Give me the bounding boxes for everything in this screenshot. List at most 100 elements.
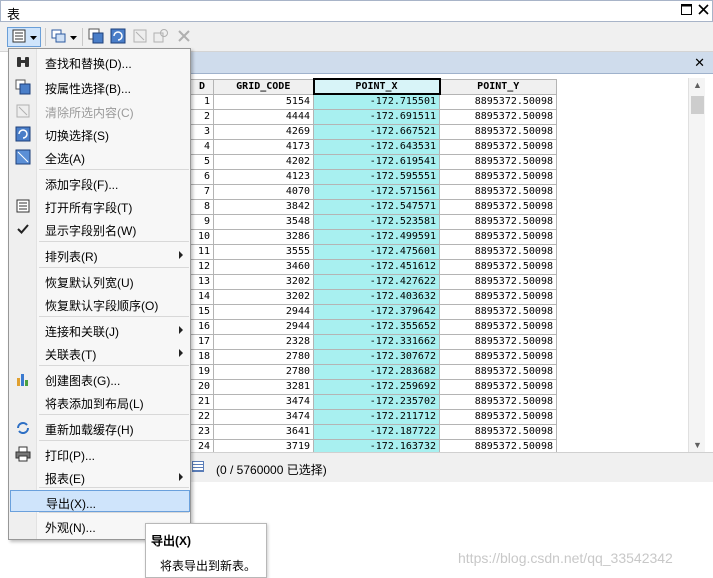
cell-grid-code[interactable]: 3474 (213, 393, 314, 410)
table-row[interactable]: 13 3202 -172.427622 8895372.50098 (190, 273, 557, 290)
table-row[interactable]: 11 3555 -172.475601 8895372.50098 (190, 243, 557, 260)
close-icon[interactable] (697, 4, 710, 17)
cell-point-y[interactable]: 8895372.50098 (439, 288, 557, 305)
menu-item-1[interactable]: 按属性选择(B)... (10, 76, 190, 98)
table-row[interactable]: 20 3281 -172.259692 8895372.50098 (190, 378, 557, 395)
menu-item-7[interactable]: 显示字段别名(W) (10, 218, 190, 240)
table-row[interactable]: 17 2328 -172.331662 8895372.50098 (190, 333, 557, 350)
cell-point-x[interactable]: -172.595551 (313, 168, 440, 185)
menu-item-11[interactable]: 连接和关联(J) (10, 319, 190, 341)
cell-grid-code[interactable]: 3202 (213, 273, 314, 290)
table-row[interactable]: 19 2780 -172.283682 8895372.50098 (190, 363, 557, 380)
table-options-button[interactable] (7, 27, 41, 47)
cell-fid[interactable]: 15 (190, 303, 214, 320)
column-header-grid-code[interactable]: GRID_CODE (213, 78, 314, 95)
cell-point-y[interactable]: 8895372.50098 (439, 333, 557, 350)
cell-point-x[interactable]: -172.475601 (313, 243, 440, 260)
cell-fid[interactable]: 10 (190, 228, 214, 245)
scrollbar-thumb[interactable] (691, 96, 704, 114)
cell-grid-code[interactable]: 2780 (213, 348, 314, 365)
cell-point-y[interactable]: 8895372.50098 (439, 243, 557, 260)
cell-grid-code[interactable]: 3460 (213, 258, 314, 275)
table-row[interactable]: 1 5154 -172.715501 8895372.50098 (190, 93, 557, 110)
cell-grid-code[interactable]: 5154 (213, 93, 314, 110)
cell-fid[interactable]: 17 (190, 333, 214, 350)
cell-point-y[interactable]: 8895372.50098 (439, 108, 557, 125)
cell-fid[interactable]: 21 (190, 393, 214, 410)
cell-point-y[interactable]: 8895372.50098 (439, 153, 557, 170)
cell-point-y[interactable]: 8895372.50098 (439, 378, 557, 395)
table-row[interactable]: 2 4444 -172.691511 8895372.50098 (190, 108, 557, 125)
cell-fid[interactable]: 5 (190, 153, 214, 170)
cell-point-y[interactable]: 8895372.50098 (439, 303, 557, 320)
table-row[interactable]: 15 2944 -172.379642 8895372.50098 (190, 303, 557, 320)
cell-grid-code[interactable]: 3474 (213, 408, 314, 425)
cell-fid[interactable]: 6 (190, 168, 214, 185)
menu-item-0[interactable]: 查找和替换(D)... (10, 51, 190, 73)
table-row[interactable]: 21 3474 -172.235702 8895372.50098 (190, 393, 557, 410)
cell-grid-code[interactable]: 3548 (213, 213, 314, 230)
cell-grid-code[interactable]: 3842 (213, 198, 314, 215)
cell-point-x[interactable]: -172.643531 (313, 138, 440, 155)
cell-fid[interactable]: 20 (190, 378, 214, 395)
menu-item-5[interactable]: 添加字段(F)... (10, 172, 190, 194)
menu-item-2[interactable]: 清除所选内容(C) (10, 100, 190, 122)
switch-selection-button[interactable] (109, 27, 127, 47)
zoom-to-selected-button[interactable] (151, 27, 171, 47)
table-row[interactable]: 16 2944 -172.355652 8895372.50098 (190, 318, 557, 335)
cell-point-x[interactable]: -172.691511 (313, 108, 440, 125)
table-row[interactable]: 23 3641 -172.187722 8895372.50098 (190, 423, 557, 440)
menu-item-12[interactable]: 关联表(T) (10, 342, 190, 364)
cell-point-x[interactable]: -172.235702 (313, 393, 440, 410)
cell-fid[interactable]: 1 (190, 93, 214, 110)
table-row[interactable]: 14 3202 -172.403632 8895372.50098 (190, 288, 557, 305)
menu-item-4[interactable]: 全选(A) (10, 146, 190, 168)
cell-fid[interactable]: 3 (190, 123, 214, 140)
cell-fid[interactable]: 14 (190, 288, 214, 305)
cell-point-x[interactable]: -172.427622 (313, 273, 440, 290)
tab-close-icon[interactable]: ✕ (694, 55, 705, 71)
menu-item-16[interactable]: 打印(P)... (10, 443, 190, 465)
table-row[interactable]: 6 4123 -172.595551 8895372.50098 (190, 168, 557, 185)
menu-item-15[interactable]: 重新加载缓存(H) (10, 417, 190, 439)
cell-point-y[interactable]: 8895372.50098 (439, 318, 557, 335)
cell-fid[interactable]: 2 (190, 108, 214, 125)
menu-item-3[interactable]: 切换选择(S) (10, 123, 190, 145)
cell-fid[interactable]: 18 (190, 348, 214, 365)
cell-point-y[interactable]: 8895372.50098 (439, 138, 557, 155)
cell-point-x[interactable]: -172.331662 (313, 333, 440, 350)
menu-item-6[interactable]: 打开所有字段(T) (10, 195, 190, 217)
menu-item-14[interactable]: 将表添加到布局(L) (10, 391, 190, 413)
column-header-point-y[interactable]: POINT_Y (439, 78, 557, 95)
cell-grid-code[interactable]: 3202 (213, 288, 314, 305)
cell-grid-code[interactable]: 4123 (213, 168, 314, 185)
cell-point-x[interactable]: -172.211712 (313, 408, 440, 425)
menu-item-8[interactable]: 排列表(R) (10, 244, 190, 266)
cell-point-y[interactable]: 8895372.50098 (439, 123, 557, 140)
cell-point-y[interactable]: 8895372.50098 (439, 168, 557, 185)
maximize-icon[interactable] (680, 4, 693, 17)
cell-point-x[interactable]: -172.499591 (313, 228, 440, 245)
table-row[interactable]: 8 3842 -172.547571 8895372.50098 (190, 198, 557, 215)
clear-selection-button[interactable] (131, 27, 149, 47)
cell-fid[interactable]: 11 (190, 243, 214, 260)
menu-item-18[interactable]: 导出(X)... (10, 490, 190, 512)
table-row[interactable]: 22 3474 -172.211712 8895372.50098 (190, 408, 557, 425)
cell-point-y[interactable]: 8895372.50098 (439, 93, 557, 110)
cell-point-y[interactable]: 8895372.50098 (439, 198, 557, 215)
table-row[interactable]: 10 3286 -172.499591 8895372.50098 (190, 228, 557, 245)
cell-fid[interactable]: 12 (190, 258, 214, 275)
vertical-scrollbar[interactable]: ▲ ▼ (688, 78, 705, 452)
menu-item-9[interactable]: 恢复默认列宽(U) (10, 270, 190, 292)
cell-fid[interactable]: 23 (190, 423, 214, 440)
cell-point-y[interactable]: 8895372.50098 (439, 213, 557, 230)
cell-point-y[interactable]: 8895372.50098 (439, 348, 557, 365)
scroll-down-icon[interactable]: ▼ (689, 440, 706, 450)
table-row[interactable]: 18 2780 -172.307672 8895372.50098 (190, 348, 557, 365)
table-row[interactable]: 12 3460 -172.451612 8895372.50098 (190, 258, 557, 275)
cell-point-x[interactable]: -172.451612 (313, 258, 440, 275)
cell-grid-code[interactable]: 4444 (213, 108, 314, 125)
cell-fid[interactable]: 8 (190, 198, 214, 215)
cell-point-x[interactable]: -172.523581 (313, 213, 440, 230)
cell-grid-code[interactable]: 4070 (213, 183, 314, 200)
